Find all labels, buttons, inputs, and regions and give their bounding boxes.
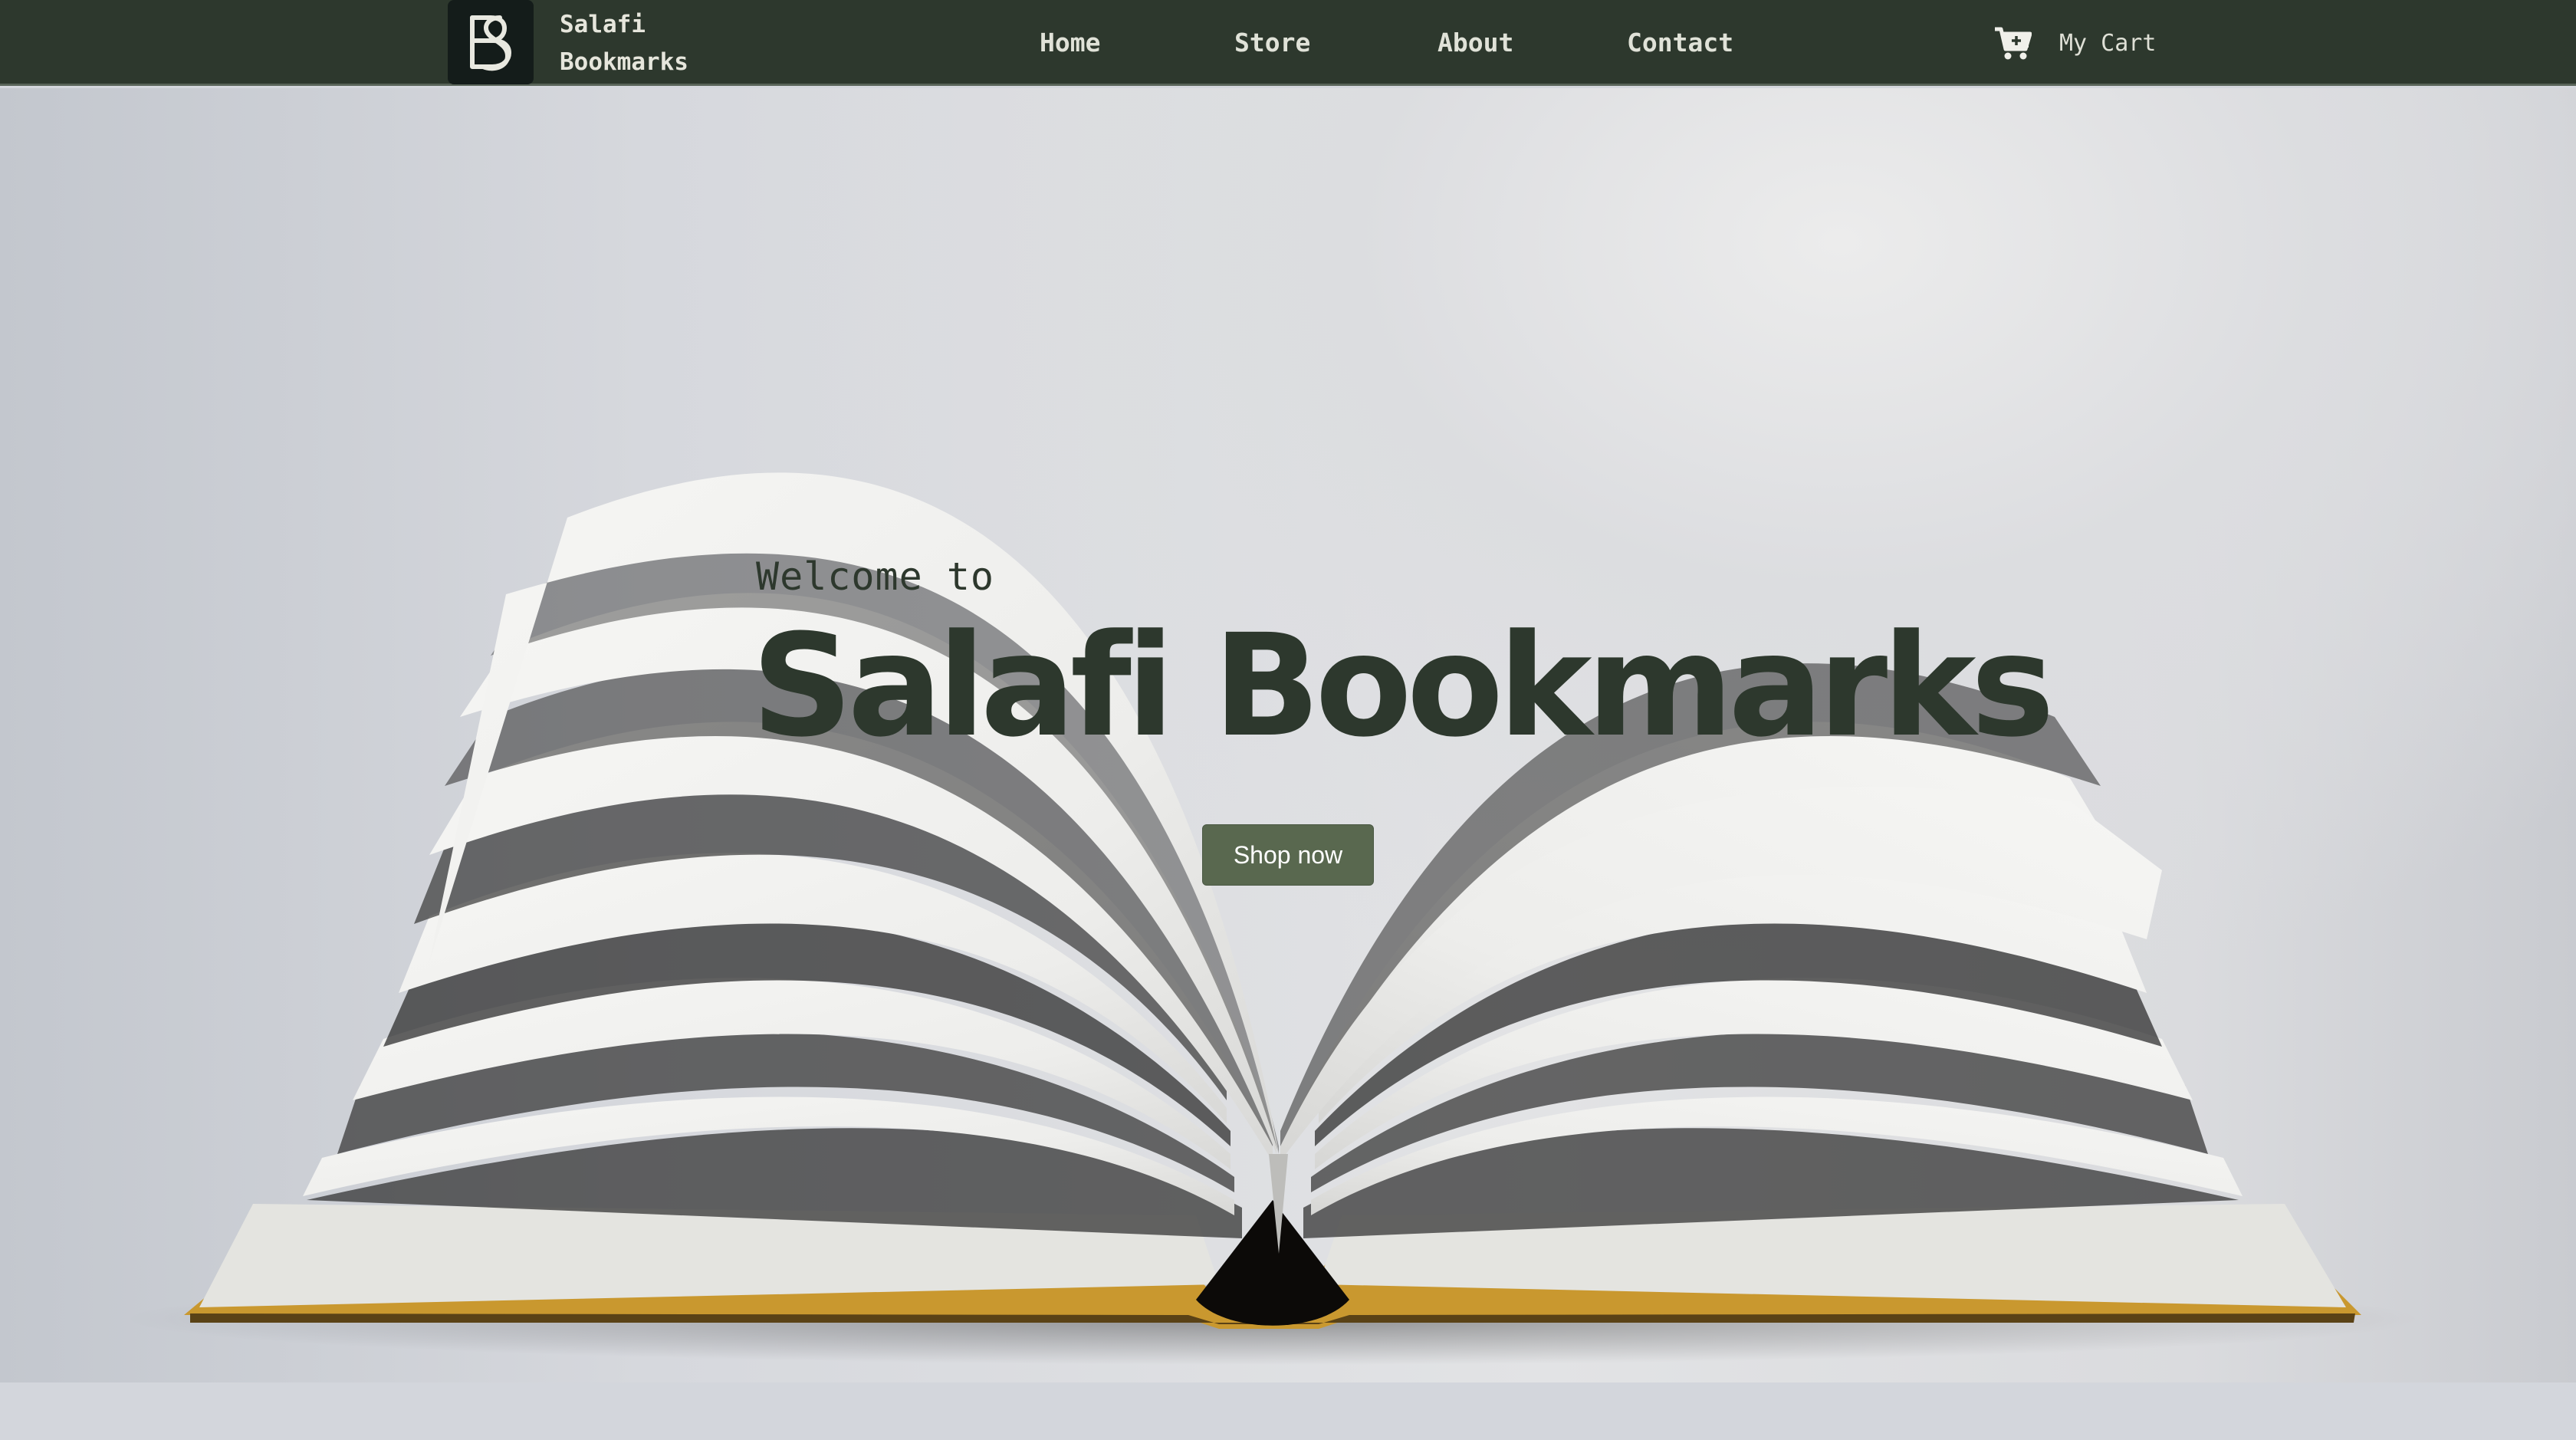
cart-label: My Cart [2059,29,2157,57]
hero-welcome-text: Welcome to [756,554,995,599]
nav-link-home[interactable]: Home [1040,23,1100,63]
brand-line-1: Salafi [560,11,646,38]
my-cart-button[interactable]: My Cart [1993,21,2156,64]
nav-link-contact[interactable]: Contact [1627,23,1733,63]
brand-name[interactable]: Salafi Bookmarks [560,6,688,81]
shop-now-button[interactable]: Shop now [1202,824,1374,886]
shopping-cart-icon [1995,27,2032,60]
brand-line-2: Bookmarks [560,48,688,76]
nav-link-store[interactable]: Store [1234,23,1310,63]
top-navbar: Salafi Bookmarks Home Store About Contac… [0,0,2576,86]
bs-monogram-icon [470,15,511,71]
brand-logo[interactable] [448,0,534,84]
hero-title: Salafi Bookmarks [751,604,2055,768]
page-bottom-strip [0,1382,2576,1440]
nav-link-about[interactable]: About [1438,23,1513,63]
hero-section: Welcome to Salafi Bookmarks Shop now [0,88,2576,1382]
